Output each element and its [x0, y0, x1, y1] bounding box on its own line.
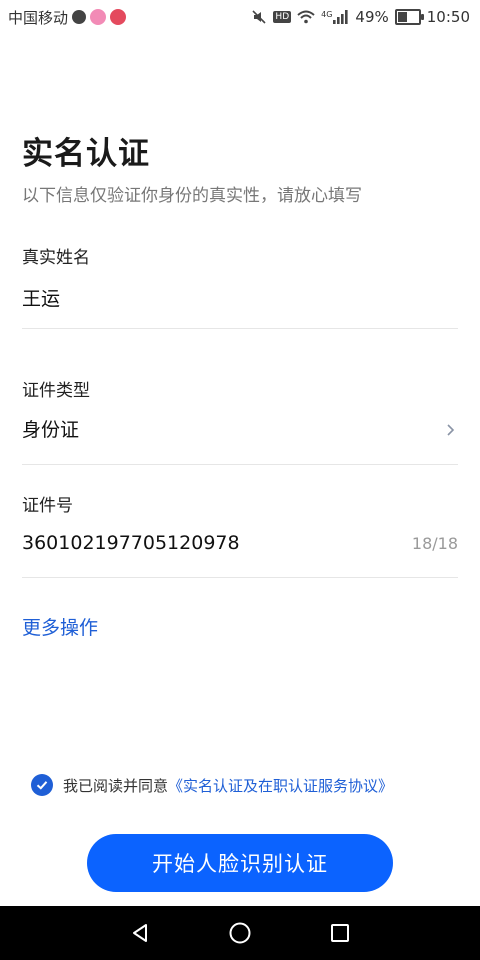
page-subtitle: 以下信息仅验证你身份的真实性，请放心填写 — [22, 186, 362, 206]
id-type-value: 身份证 — [22, 419, 80, 441]
more-operations-link[interactable]: 更多操作 — [22, 613, 98, 640]
message-bubble-icon — [72, 10, 87, 24]
app-notification-icon — [90, 9, 107, 25]
battery-percent: 49% — [355, 8, 389, 26]
battery-icon — [394, 9, 424, 25]
status-bar-left: 中国移动 — [0, 7, 127, 28]
mute-icon — [251, 9, 267, 25]
hd-badge: HD — [273, 11, 292, 23]
id-type-field[interactable]: 证件类型 身份证 — [22, 376, 458, 465]
id-number-value: 360102197705120978 — [22, 532, 240, 554]
page-title: 实名认证 — [22, 136, 150, 172]
signal-icon: 4G — [321, 10, 349, 24]
agreement-link[interactable]: 《实名认证及在职认证服务协议》 — [168, 777, 393, 795]
battery-level — [397, 12, 407, 22]
start-face-recognition-button[interactable]: 开始人脸识别认证 — [87, 834, 393, 892]
network-type-label: 4G — [321, 10, 333, 19]
id-number-label: 证件号 — [22, 496, 73, 516]
id-number-field[interactable]: 证件号 360102197705120978 18/18 — [22, 491, 458, 578]
back-triangle-icon[interactable] — [120, 913, 160, 953]
screen: 中国移动 HD 4G 49% 10:50 实名认证 以下信息仅验证你身份的真实性… — [0, 0, 480, 960]
chevron-right-icon — [442, 421, 458, 437]
recent-square-icon[interactable] — [320, 913, 360, 953]
navigation-bar — [0, 906, 480, 960]
agreement-text: 我已阅读并同意 — [63, 776, 169, 795]
heart-app-icon — [110, 9, 127, 25]
real-name-label: 真实姓名 — [22, 248, 90, 268]
id-type-label: 证件类型 — [22, 381, 90, 401]
wifi-icon — [297, 10, 315, 24]
check-icon[interactable] — [31, 774, 53, 796]
status-bar: 中国移动 HD 4G 49% 10:50 — [0, 0, 480, 34]
real-name-value: 王运 — [22, 288, 61, 310]
id-number-counter: 18/18 — [411, 533, 458, 553]
agreement-row: 我已阅读并同意《实名认证及在职认证服务协议》 — [31, 774, 393, 796]
clock: 10:50 — [426, 8, 470, 26]
id-number-input[interactable]: 360102197705120978 18/18 — [22, 532, 458, 554]
real-name-field[interactable]: 真实姓名 王运 — [22, 243, 458, 329]
home-circle-icon[interactable] — [220, 913, 260, 953]
carrier-name: 中国移动 — [8, 8, 69, 27]
id-type-select[interactable]: 身份证 — [22, 415, 458, 442]
real-name-input[interactable]: 王运 — [22, 284, 458, 311]
status-bar-right: HD 4G 49% 10:50 — [251, 8, 480, 26]
